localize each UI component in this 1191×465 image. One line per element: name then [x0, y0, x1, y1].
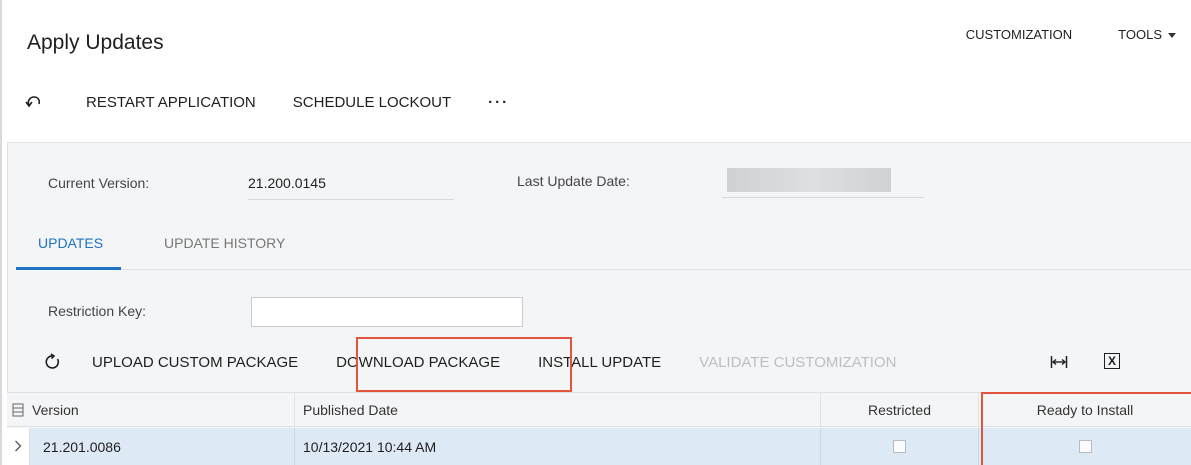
- tab-strip: UPDATES UPDATE HISTORY: [16, 232, 1191, 270]
- upload-custom-package-button[interactable]: UPLOAD CUSTOM PACKAGE: [92, 354, 298, 371]
- download-package-highlight: [356, 337, 572, 392]
- fit-columns-icon[interactable]: [1050, 354, 1068, 370]
- tools-label: TOOLS: [1118, 27, 1162, 42]
- chevron-down-icon: [1168, 33, 1176, 39]
- main-toolbar: RESTART APPLICATION SCHEDULE LOCKOUT ···: [24, 92, 509, 112]
- current-version-label: Current Version:: [48, 175, 150, 191]
- restricted-checkbox[interactable]: [893, 440, 906, 453]
- top-links: CUSTOMIZATION TOOLS: [966, 27, 1176, 42]
- last-update-field-redacted: [727, 168, 891, 192]
- customization-menu[interactable]: CUSTOMIZATION: [966, 27, 1072, 42]
- window-left-border: [0, 0, 2, 465]
- current-version-field: 21.200.0145: [248, 175, 454, 200]
- tools-menu[interactable]: TOOLS: [1118, 27, 1176, 42]
- tab-updates[interactable]: UPDATES: [16, 232, 122, 270]
- last-update-underline: [722, 197, 924, 198]
- schedule-lockout-button[interactable]: SCHEDULE LOCKOUT: [293, 94, 451, 111]
- refresh-icon[interactable]: [44, 353, 62, 371]
- row-expander[interactable]: [7, 428, 30, 465]
- column-divider: [294, 428, 295, 465]
- column-divider: [294, 393, 295, 426]
- column-header-published-date[interactable]: Published Date: [303, 393, 398, 426]
- more-actions-button[interactable]: ···: [488, 94, 509, 111]
- page-title: Apply Updates: [27, 31, 164, 54]
- tab-update-history[interactable]: UPDATE HISTORY: [164, 232, 285, 251]
- chevron-right-icon: [15, 440, 22, 452]
- cell-version: 21.201.0086: [43, 438, 121, 455]
- validate-customization-button[interactable]: VALIDATE CUSTOMIZATION: [699, 354, 896, 371]
- column-header-version[interactable]: Version: [32, 393, 79, 426]
- restriction-key-input[interactable]: [251, 297, 523, 327]
- cell-restricted: [821, 428, 978, 465]
- column-header-restricted[interactable]: Restricted: [821, 393, 978, 426]
- column-chooser-icon[interactable]: [12, 403, 24, 417]
- excel-export-icon[interactable]: X: [1104, 353, 1120, 369]
- cell-published-date: 10/13/2021 10:44 AM: [303, 438, 437, 455]
- last-update-label: Last Update Date:: [517, 173, 630, 189]
- ready-to-install-highlight: [981, 392, 1191, 465]
- restriction-key-label: Restriction Key:: [48, 303, 147, 319]
- restart-application-button[interactable]: RESTART APPLICATION: [86, 94, 256, 111]
- undo-icon[interactable]: [24, 92, 44, 112]
